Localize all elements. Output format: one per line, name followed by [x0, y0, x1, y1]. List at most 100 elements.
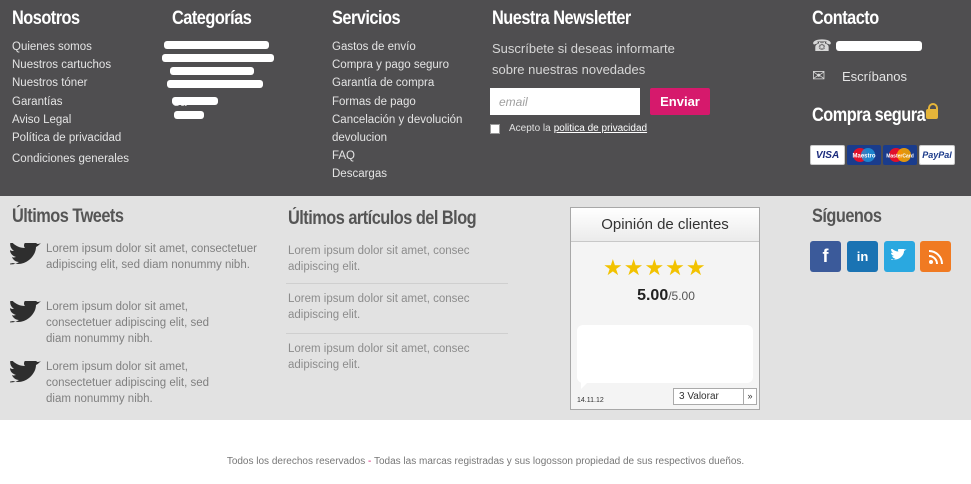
newsletter-column: Nuestra Newsletter Suscríbete si deseas …: [492, 6, 707, 80]
blog-divider: [286, 283, 508, 284]
footer-top: Nosotros Quienes somos Nuestros cartucho…: [0, 0, 971, 196]
tweet-item: Lorem ipsum dolor sit amet, consectetuer…: [10, 241, 270, 273]
blog-divider: [286, 333, 508, 334]
twitter-bird-icon: [10, 361, 41, 383]
review-date: 14.11.12: [577, 397, 604, 404]
link-compra-pago-seguro[interactable]: Compra y pago seguro: [332, 56, 462, 74]
link-descargas[interactable]: Descargas: [332, 165, 462, 183]
privacy-consent-text: Acepto la: [509, 123, 551, 134]
blog-article[interactable]: Lorem ipsum dolor sit amet, consec adipi…: [288, 243, 508, 275]
redacted-link[interactable]: [174, 111, 204, 119]
social-title: Síguenos: [812, 206, 882, 227]
rating-max: /5.00: [668, 289, 695, 303]
nosotros-links: Quienes somos Nuestros cartuchos Nuestro…: [12, 38, 129, 168]
blog-title: Últimos artículos del Blog: [288, 208, 477, 229]
link-nuestros-toner[interactable]: Nuestros tóner: [12, 74, 129, 92]
categorias-link-partial[interactable]: Ca: [172, 93, 292, 111]
compra-segura: Compra segura: [812, 105, 944, 127]
twitter-icon[interactable]: [884, 241, 915, 272]
contact-email-label[interactable]: Escríbanos: [842, 69, 907, 84]
copyright-right: Todas las marcas registradas y sus logos…: [373, 456, 745, 467]
newsletter-description: Suscríbete si deseas informarte sobre nu…: [492, 41, 675, 77]
tweets-title: Últimos Tweets: [12, 206, 124, 227]
link-formas-pago[interactable]: Formas de pago: [332, 93, 462, 111]
link-gastos-envio[interactable]: Gastos de envío: [332, 38, 462, 56]
link-aviso-legal[interactable]: Aviso Legal: [12, 111, 129, 129]
link-politica-privacidad[interactable]: Política de privacidad: [12, 129, 129, 147]
servicios-column: Servicios Gastos de envío Compra y pago …: [332, 6, 462, 184]
footer-middle: Últimos Tweets Lorem ipsum dolor sit ame…: [0, 196, 971, 420]
newsletter-email-input[interactable]: [490, 88, 640, 115]
rating-score: 5.00/5.00: [571, 287, 761, 305]
categorias-title: Categorías: [172, 8, 252, 29]
link-garantias[interactable]: Garantías: [12, 93, 129, 111]
nosotros-column: Nosotros Quienes somos Nuestros cartucho…: [12, 6, 129, 168]
rate-select[interactable]: 3 Valorar »: [673, 388, 757, 405]
copyright: Todos los derechos reservados - Todas la…: [0, 456, 971, 467]
visa-logo: VISA: [810, 145, 845, 165]
compra-segura-title: Compra segura: [812, 105, 926, 126]
rss-feed-icon: [928, 249, 943, 264]
link-cancelacion-devolucion[interactable]: Cancelación y devolución: [332, 111, 462, 129]
rate-select-label: 3 Valorar: [679, 391, 719, 402]
link-nuestros-cartuchos[interactable]: Nuestros cartuchos: [12, 56, 129, 74]
maestro-logo: Maestro: [847, 145, 881, 165]
tweet-item: Lorem ipsum dolor sit amet, consectetuer…: [10, 359, 270, 407]
contacto-column: Contacto ☎ ✉ Escríbanos: [812, 6, 922, 88]
rss-icon[interactable]: [920, 241, 951, 272]
link-faq[interactable]: FAQ: [332, 147, 462, 165]
nosotros-title: Nosotros: [12, 8, 80, 29]
envelope-icon: ✉: [812, 68, 826, 85]
servicios-links: Gastos de envío Compra y pago seguro Gar…: [332, 38, 462, 184]
categorias-column: Categorías Ca: [162, 6, 292, 119]
twitter-bird-icon: [890, 249, 906, 260]
lock-icon: [926, 103, 938, 119]
blog-article[interactable]: Lorem ipsum dolor sit amet, consec adipi…: [288, 341, 508, 373]
review-bubble-tail: [581, 381, 589, 389]
link-condiciones-generales[interactable]: Condiciones generales: [12, 150, 129, 168]
facebook-icon[interactable]: f: [810, 241, 841, 272]
rating-value: 5.00: [637, 287, 669, 304]
redacted-link: [172, 97, 218, 105]
payment-cards: VISA Maestro MasterCard PayPal: [810, 145, 955, 165]
link-devolucion[interactable]: devolucion: [332, 129, 462, 147]
categorias-links: Ca: [162, 41, 292, 119]
privacy-consent: Acepto la politica de privacidad: [490, 123, 647, 134]
blog-article[interactable]: Lorem ipsum dolor sit amet, consec adipi…: [288, 291, 508, 323]
contact-email[interactable]: ✉ Escríbanos: [812, 64, 922, 88]
servicios-title: Servicios: [332, 8, 401, 29]
linkedin-icon[interactable]: in: [847, 241, 878, 272]
redacted-phone: [836, 41, 922, 51]
customer-reviews-widget: Opinión de clientes ★★★★★ 5.00/5.00 14.1…: [570, 207, 760, 410]
twitter-bird-icon: [10, 301, 41, 323]
mastercard-circles-icon: MasterCard: [886, 148, 914, 162]
copyright-left: Todos los derechos reservados: [226, 456, 366, 467]
phone-icon: ☎: [812, 38, 832, 55]
review-bubble: [577, 325, 753, 383]
mastercard-logo: MasterCard: [883, 145, 917, 165]
svg-text:MasterCard: MasterCard: [886, 154, 914, 160]
newsletter-submit-button[interactable]: Enviar: [650, 88, 710, 115]
tweet-text: Lorem ipsum dolor sit amet, consectetuer…: [46, 301, 210, 345]
double-chevron-right-icon[interactable]: »: [743, 389, 756, 404]
tweet-text: Lorem ipsum dolor sit amet, consectetuer…: [46, 243, 257, 271]
tweet-text: Lorem ipsum dolor sit amet, consectetuer…: [46, 361, 210, 405]
rating-stars-icon: ★★★★★: [603, 255, 707, 280]
privacy-policy-link[interactable]: politica de privacidad: [554, 123, 647, 134]
link-garantia-compra[interactable]: Garantía de compra: [332, 74, 462, 92]
twitter-bird-icon: [10, 243, 41, 265]
redacted-link[interactable]: [162, 54, 274, 62]
tweet-item: Lorem ipsum dolor sit amet, consectetuer…: [10, 299, 270, 347]
svg-text:Maestro: Maestro: [852, 154, 875, 160]
maestro-circles-icon: Maestro: [852, 148, 876, 162]
redacted-link[interactable]: [170, 67, 254, 75]
privacy-checkbox[interactable]: [490, 123, 500, 134]
contacto-title: Contacto: [812, 8, 879, 29]
reviews-title: Opinión de clientes: [571, 208, 759, 242]
link-quienes-somos[interactable]: Quienes somos: [12, 38, 129, 56]
copyright-dash: -: [368, 456, 372, 467]
newsletter-title: Nuestra Newsletter: [492, 8, 631, 29]
contact-phone: ☎: [812, 34, 922, 58]
redacted-link[interactable]: [164, 41, 269, 49]
redacted-link[interactable]: [167, 80, 263, 88]
